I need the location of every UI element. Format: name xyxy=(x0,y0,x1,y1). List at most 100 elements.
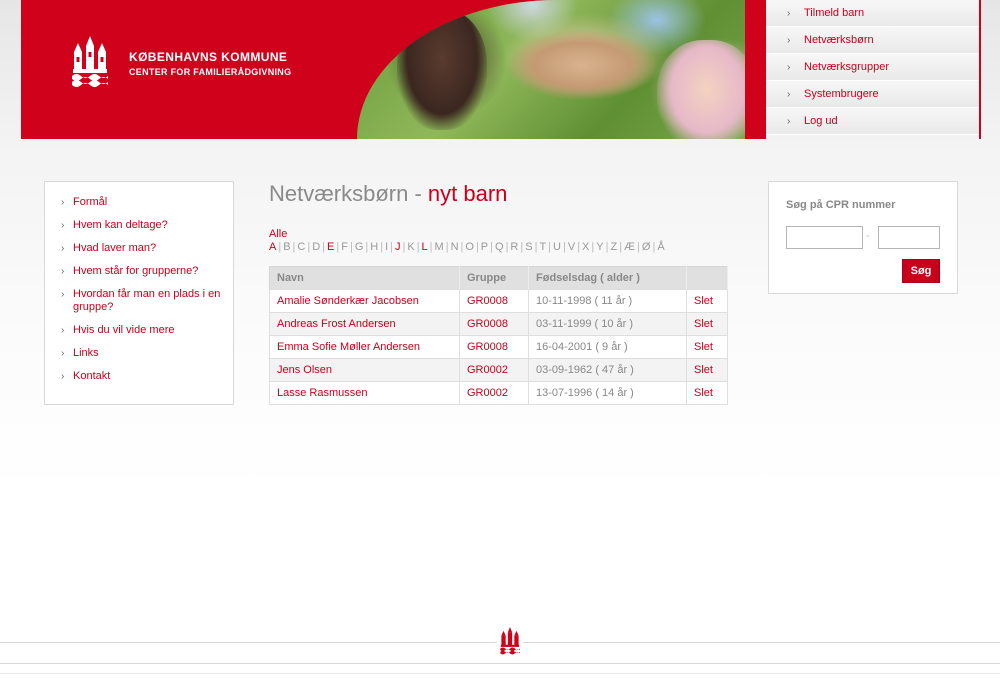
alphabet-letter-link[interactable]: M xyxy=(435,241,444,253)
delete-link[interactable]: Slet xyxy=(686,312,728,336)
alphabet-letter-link[interactable]: C xyxy=(297,241,305,253)
birthday-cell: 03-09-1962 ( 47 år ) xyxy=(528,358,687,382)
sidebar-list: › Formål › Hvem kan deltage? › Hvad laver m… xyxy=(45,182,233,383)
topnav-item-log-ud[interactable]: › Log ud xyxy=(766,108,979,135)
sidebar-item-hvad-laver-man[interactable]: › Hvad laver man? xyxy=(61,242,221,255)
alphabet-separator: | xyxy=(591,241,595,253)
cpr-second-field[interactable] xyxy=(878,226,940,249)
alphabet-separator: | xyxy=(402,241,406,253)
column-header-birthday[interactable]: Fødselsdag ( alder ) xyxy=(528,266,687,290)
topnav-item-label: Systembrugere xyxy=(804,88,879,100)
alphabet-letter-link[interactable]: P xyxy=(481,241,488,253)
alphabet-letter-link[interactable]: F xyxy=(341,241,348,253)
cpr-search-box: Søg på CPR nummer - Søg xyxy=(768,181,958,294)
delete-link[interactable]: Slet xyxy=(686,358,728,382)
page-title: Netværksbørn - nyt barn xyxy=(269,181,729,207)
column-header-actions xyxy=(686,266,728,290)
alphabet-separator: | xyxy=(490,241,493,253)
group-link[interactable]: GR0008 xyxy=(459,289,529,313)
sidebar-item-label: Hvem står for grupperne? xyxy=(73,265,199,277)
alphabet-letter-link[interactable]: L xyxy=(422,241,428,253)
chevron-right-icon: › xyxy=(787,116,791,127)
sidebar-item-label: Kontakt xyxy=(73,370,111,382)
cpr-separator: - xyxy=(866,230,870,242)
delete-link[interactable]: Slet xyxy=(686,335,728,359)
sidebar-item-kontakt[interactable]: › Kontakt xyxy=(61,370,221,383)
alphabet-letter-link[interactable]: J xyxy=(395,241,401,253)
alphabet-letter-link[interactable]: K xyxy=(407,241,414,253)
alphabet-letter-link[interactable]: U xyxy=(553,241,561,253)
alphabet-letter-link[interactable]: Y xyxy=(596,241,603,253)
alphabet-letter-link[interactable]: S xyxy=(525,241,532,253)
column-header-name[interactable]: Navn xyxy=(269,266,460,290)
alphabet-separator: | xyxy=(605,241,609,253)
sidebar-item-links[interactable]: › Links xyxy=(61,347,221,360)
alphabet-letter-link[interactable]: V xyxy=(568,241,575,253)
birthday-cell: 16-04-2001 ( 9 år ) xyxy=(528,335,687,359)
chevron-right-icon: › xyxy=(61,325,65,336)
sidebar: › Formål › Hvem kan deltage? › Hvad laver m… xyxy=(44,181,234,405)
sidebar-item-formaal[interactable]: › Formål xyxy=(61,196,221,209)
alphabet-letter-link[interactable]: G xyxy=(355,241,364,253)
cpr-first-field[interactable] xyxy=(786,226,863,249)
page-title-accent: nyt barn xyxy=(427,181,508,206)
child-name-link[interactable]: Emma Sofie Møller Andersen xyxy=(269,335,460,359)
sidebar-item-label: Formål xyxy=(73,196,108,208)
topnav-item-tilmeld-barn[interactable]: › Tilmeld barn xyxy=(766,0,979,27)
sidebar-item-hvis-du-vil-vide-mere[interactable]: › Hvis du vil vide mere xyxy=(61,324,221,337)
child-name-link[interactable]: Andreas Frost Andersen xyxy=(269,312,460,336)
alphabet-separator: | xyxy=(577,241,581,253)
chevron-right-icon: › xyxy=(61,266,65,277)
alphabet-separator: | xyxy=(534,241,538,253)
alphabet-letter-link[interactable]: Z xyxy=(610,241,617,253)
sidebar-item-label: Hvem kan deltage? xyxy=(73,219,168,231)
group-link[interactable]: GR0008 xyxy=(459,312,529,336)
alphabet-letter-link[interactable]: Å xyxy=(657,241,664,253)
alphabet-separator: | xyxy=(429,241,433,253)
table-row: Emma Sofie Møller Andersen GR0008 16-04-… xyxy=(269,335,728,359)
alphabet-letters: A | B | C | D | E | F | G | H | I | J | K | L | M | N | O | P | Q | R | S | T |… xyxy=(269,241,729,254)
alphabet-letter-link[interactable]: Ø xyxy=(642,241,651,253)
birthday-cell: 10-11-1998 ( 11 år ) xyxy=(528,289,687,313)
copenhagen-coat-of-arms-icon xyxy=(500,627,520,655)
alphabet-letter-link[interactable]: D xyxy=(312,241,320,253)
alphabet-letter-link[interactable]: H xyxy=(370,241,378,253)
child-name-link[interactable]: Lasse Rasmussen xyxy=(269,381,460,405)
topnav-item-netvaerksborn[interactable]: › Netværksbørn xyxy=(766,27,979,54)
alphabet-letter-link[interactable]: T xyxy=(539,241,546,253)
photo-shape xyxy=(397,10,487,130)
group-link[interactable]: GR0008 xyxy=(459,335,529,359)
alphabet-letter-link[interactable]: O xyxy=(465,241,474,253)
alphabet-separator: | xyxy=(460,241,464,253)
chevron-right-icon: › xyxy=(787,89,791,100)
child-name-link[interactable]: Amalie Sønderkær Jacobsen xyxy=(269,289,460,313)
sidebar-item-hvordan-faar-man-plads[interactable]: › Hvordan får man en plads i en gruppe? xyxy=(61,288,221,314)
alphabet-filter: Alle A | B | C | D | E | F | G | H | I | J | K | L | M | N | O | P | Q | R… xyxy=(269,228,729,254)
alphabet-letter-link[interactable]: I xyxy=(385,241,388,253)
sidebar-item-hvem-kan-deltage[interactable]: › Hvem kan deltage? xyxy=(61,219,221,232)
alphabet-letter-link[interactable]: X xyxy=(582,241,589,253)
birthday-cell: 03-11-1999 ( 10 år ) xyxy=(528,312,687,336)
alphabet-letter-link[interactable]: A xyxy=(269,241,276,253)
alphabet-separator: | xyxy=(365,241,369,253)
children-table: Navn Gruppe Fødselsdag ( alder ) Amalie … xyxy=(269,266,728,405)
alphabet-letter-link[interactable]: B xyxy=(283,241,290,253)
topnav-item-netvaerksgrupper[interactable]: › Netværksgrupper xyxy=(766,54,979,81)
topnav-item-systembrugere[interactable]: › Systembrugere xyxy=(766,81,979,108)
delete-link[interactable]: Slet xyxy=(686,289,728,313)
alphabet-letter-link[interactable]: Æ xyxy=(624,241,635,253)
group-link[interactable]: GR0002 xyxy=(459,381,529,405)
alphabet-separator: | xyxy=(349,241,353,253)
alphabet-letter-link[interactable]: E xyxy=(327,241,334,253)
column-header-group[interactable]: Gruppe xyxy=(459,266,529,290)
child-name-link[interactable]: Jens Olsen xyxy=(269,358,460,382)
sidebar-item-hvem-staar-for-grupperne[interactable]: › Hvem står for grupperne? xyxy=(61,265,221,278)
alphabet-all-link[interactable]: Alle xyxy=(269,228,729,241)
search-button[interactable]: Søg xyxy=(902,259,940,283)
alphabet-letter-link[interactable]: Q xyxy=(495,241,504,253)
alphabet-letter-link[interactable]: R xyxy=(510,241,518,253)
group-link[interactable]: GR0002 xyxy=(459,358,529,382)
delete-link[interactable]: Slet xyxy=(686,381,728,405)
site-header: KØBENHAVNS KOMMUNE CENTER FOR FAMILIERÅD… xyxy=(21,0,981,139)
alphabet-letter-link[interactable]: N xyxy=(451,241,459,253)
